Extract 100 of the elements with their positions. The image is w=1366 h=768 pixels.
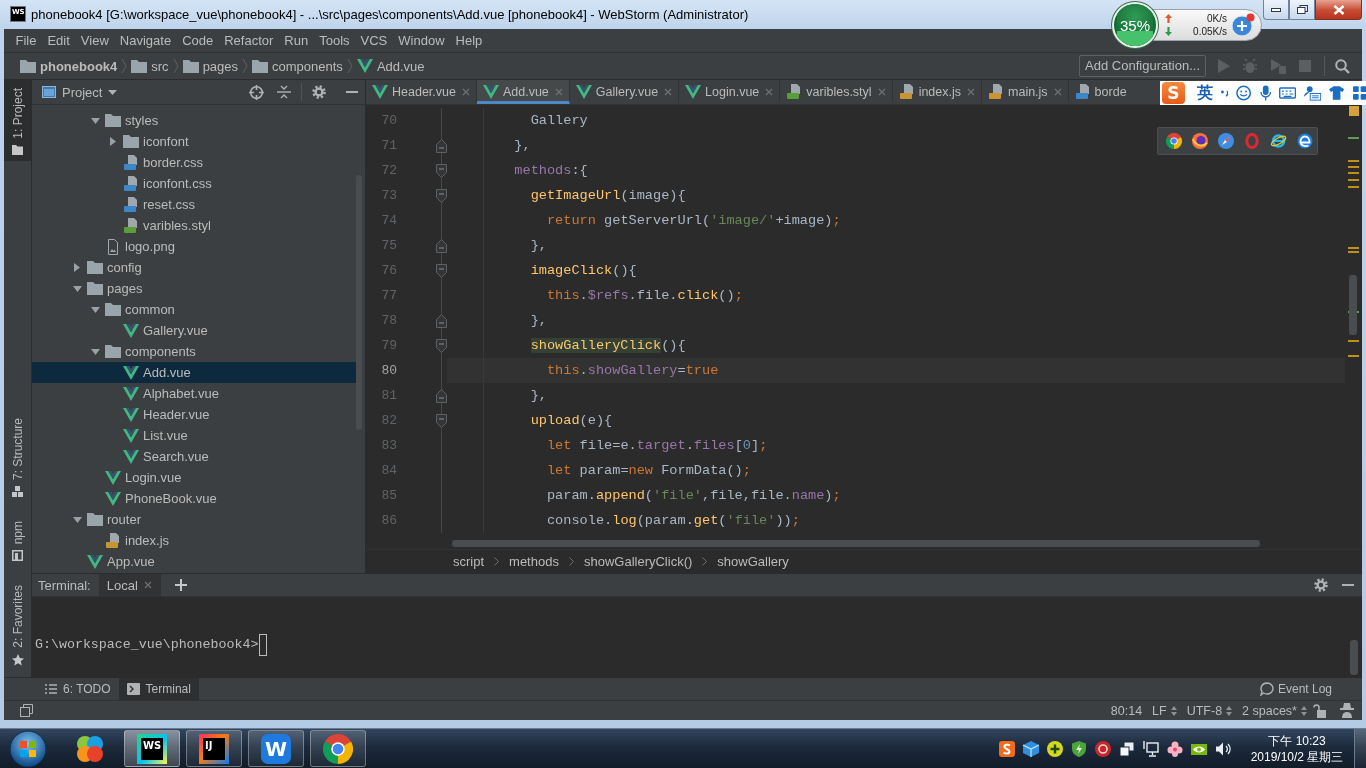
editor-tab[interactable]: Gallery.vue bbox=[569, 80, 680, 104]
search-icon[interactable] bbox=[1335, 58, 1350, 74]
fold-marker-icon[interactable] bbox=[436, 138, 447, 153]
breadcrumb[interactable]: phonebook4 bbox=[20, 58, 118, 74]
minimize-button[interactable] bbox=[1263, 0, 1289, 20]
scrollbar-thumb[interactable] bbox=[1349, 275, 1357, 335]
fold-marker-icon[interactable] bbox=[436, 238, 447, 253]
menu-item[interactable]: Navigate bbox=[114, 31, 177, 50]
arrow-down-icon[interactable] bbox=[90, 117, 100, 124]
flower-icon[interactable] bbox=[1167, 740, 1183, 757]
breadcrumb[interactable]: methods bbox=[509, 554, 559, 569]
status-item[interactable]: 80:14 bbox=[1110, 703, 1143, 718]
tool-window-tab[interactable]: 2: Favorites bbox=[4, 581, 31, 672]
settings-icon[interactable] bbox=[312, 85, 326, 99]
session-tab[interactable]: Local bbox=[98, 574, 161, 596]
ime-tray-icon[interactable] bbox=[999, 740, 1015, 757]
editor-tab[interactable]: Header.vue bbox=[366, 80, 477, 104]
tree-item[interactable]: varibles.styl bbox=[32, 215, 356, 236]
tree-item[interactable]: Gallery.vue bbox=[32, 320, 356, 341]
speaker-icon[interactable] bbox=[1215, 740, 1231, 757]
close-icon[interactable] bbox=[765, 87, 774, 96]
status-item[interactable]: LF bbox=[1152, 703, 1177, 718]
tree-item[interactable]: Add.vue bbox=[32, 362, 356, 383]
breadcrumb[interactable]: components bbox=[252, 58, 343, 74]
tool-window-tab[interactable]: 7: Structure bbox=[4, 413, 31, 503]
close-icon[interactable] bbox=[461, 87, 470, 96]
menu-item[interactable]: View bbox=[75, 31, 115, 50]
scrollbar-thumb[interactable] bbox=[452, 540, 1260, 547]
fold-marker-icon[interactable] bbox=[436, 338, 447, 353]
close-icon[interactable] bbox=[1053, 87, 1062, 96]
microphone-icon[interactable] bbox=[1259, 85, 1272, 101]
close-icon[interactable] bbox=[143, 581, 152, 589]
breadcrumb[interactable]: src bbox=[131, 58, 169, 74]
editor-tab[interactable]: borde bbox=[1068, 80, 1128, 104]
collapse-arrows-icon[interactable] bbox=[277, 85, 291, 99]
tree-item[interactable]: Header.vue bbox=[32, 404, 356, 425]
plus-circle-icon[interactable] bbox=[1047, 740, 1063, 757]
panel-title[interactable]: Project bbox=[62, 84, 103, 100]
input-mode-toggle[interactable]: 英 bbox=[1196, 82, 1213, 104]
close-icon[interactable] bbox=[967, 87, 975, 96]
editor-tab[interactable]: main.js bbox=[982, 80, 1069, 104]
shield-icon[interactable] bbox=[1071, 740, 1087, 757]
lock-icon[interactable] bbox=[1313, 703, 1326, 718]
menu-item[interactable]: File bbox=[10, 31, 42, 50]
round-badge-icon[interactable] bbox=[1095, 740, 1111, 757]
fold-marker-icon[interactable] bbox=[436, 263, 447, 278]
fold-marker-icon[interactable] bbox=[436, 413, 447, 428]
maximize-button[interactable] bbox=[1289, 0, 1315, 20]
breadcrumb[interactable]: script bbox=[453, 554, 485, 569]
fox-browser-icon[interactable] bbox=[1192, 133, 1208, 149]
tree-item[interactable]: Search.vue bbox=[32, 446, 356, 467]
tree-item[interactable]: PhoneBook.vue bbox=[32, 488, 356, 509]
close-button[interactable] bbox=[1315, 0, 1362, 20]
taskbar-button[interactable]: IJ bbox=[186, 730, 242, 767]
two-windows-icon[interactable] bbox=[1119, 740, 1135, 757]
ime-logo[interactable]: S bbox=[1162, 82, 1185, 104]
tree-item[interactable]: Login.vue bbox=[32, 467, 356, 488]
punctuation-icon[interactable] bbox=[1220, 88, 1229, 98]
tree-item[interactable]: pages bbox=[32, 278, 356, 299]
person-card-icon[interactable] bbox=[1304, 85, 1322, 101]
smiley-icon[interactable] bbox=[1236, 85, 1252, 101]
arrow-down-icon[interactable] bbox=[90, 306, 100, 313]
editor-tab[interactable]: Login.vue bbox=[679, 80, 781, 104]
tree-item[interactable]: border.css bbox=[32, 152, 356, 173]
ring-browser-icon[interactable] bbox=[1244, 133, 1260, 149]
taskbar-button[interactable]: W bbox=[248, 730, 304, 767]
arrow-down-icon[interactable] bbox=[72, 285, 82, 292]
tree-item[interactable]: index.js bbox=[32, 530, 356, 551]
tool-window-tab[interactable]: 1: Project bbox=[4, 80, 31, 161]
tree-item[interactable]: iconfont bbox=[32, 131, 356, 152]
breadcrumb[interactable]: Add.vue bbox=[356, 58, 425, 74]
swirl-icon[interactable] bbox=[1297, 133, 1313, 149]
tree-item[interactable]: List.vue bbox=[32, 425, 356, 446]
event-log-button[interactable]: Event Log bbox=[1259, 682, 1332, 696]
tree-item[interactable]: App.vue bbox=[32, 551, 356, 572]
fold-marker-icon[interactable] bbox=[436, 188, 447, 203]
editor-tab[interactable]: index.js bbox=[892, 80, 982, 104]
tree-item[interactable]: iconfont.css bbox=[32, 173, 356, 194]
grid-icon[interactable] bbox=[1352, 86, 1366, 100]
tree-item[interactable]: router bbox=[32, 509, 356, 530]
scrollbar-thumb[interactable] bbox=[1350, 640, 1358, 675]
tree-item[interactable]: logo.png bbox=[32, 236, 356, 257]
tool-window-tab[interactable]: Terminal bbox=[118, 678, 199, 700]
compass-icon[interactable] bbox=[1218, 133, 1234, 149]
close-icon[interactable] bbox=[664, 87, 673, 96]
arrow-down-icon[interactable] bbox=[90, 348, 100, 355]
arrow-right-icon[interactable] bbox=[110, 137, 116, 146]
close-icon[interactable] bbox=[877, 87, 886, 96]
menu-item[interactable]: Window bbox=[392, 31, 451, 50]
shirt-icon[interactable] bbox=[1329, 86, 1345, 100]
tool-window-tab[interactable]: 6: TODO bbox=[37, 678, 119, 700]
scrollbar-thumb[interactable] bbox=[356, 175, 362, 430]
tree-item[interactable]: config bbox=[32, 257, 356, 278]
cube-icon[interactable] bbox=[1023, 740, 1039, 757]
plus-icon[interactable] bbox=[174, 579, 187, 591]
menu-item[interactable]: Run bbox=[278, 31, 314, 50]
start-button[interactable] bbox=[8, 728, 48, 768]
overlapping-squares-icon[interactable] bbox=[20, 704, 33, 717]
fold-marker-icon[interactable] bbox=[436, 163, 447, 178]
network-icon[interactable] bbox=[1143, 740, 1159, 757]
